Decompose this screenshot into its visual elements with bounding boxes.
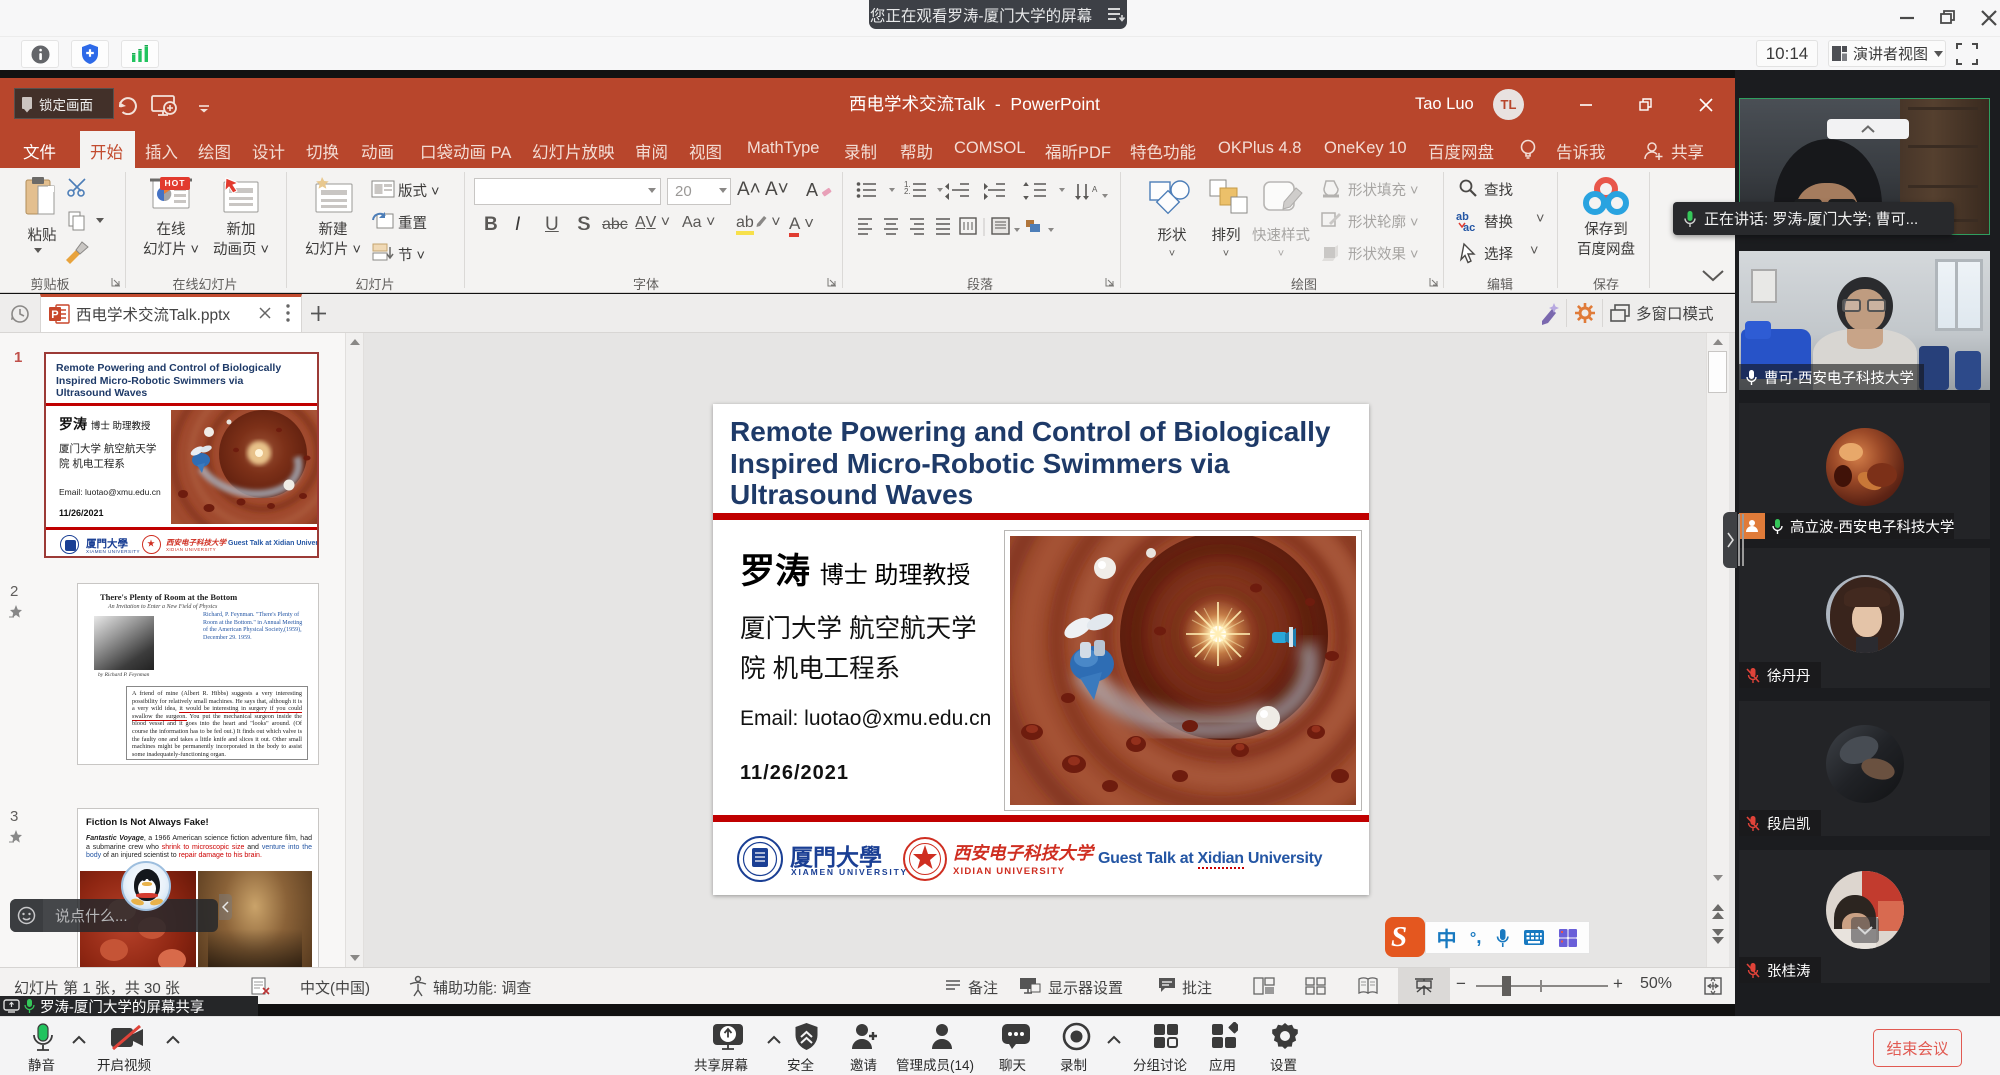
svg-text:2.: 2.	[904, 187, 911, 196]
svg-text:P: P	[51, 309, 58, 321]
svg-text:A: A	[1092, 185, 1098, 194]
